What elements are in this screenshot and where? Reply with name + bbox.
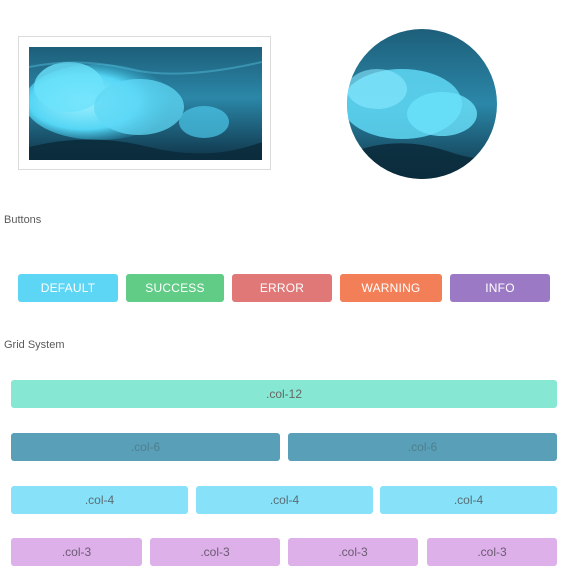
grid-col-3: .col-3: [11, 538, 142, 566]
grid-col-12: .col-12: [11, 380, 557, 408]
grid-col-6: .col-6: [11, 433, 280, 461]
wave-image-circle: [347, 29, 497, 179]
grid-col-3: .col-3: [288, 538, 418, 566]
info-button[interactable]: INFO: [450, 274, 550, 302]
grid-system-heading: Grid System: [4, 339, 65, 351]
grid-col-3: .col-3: [427, 538, 557, 566]
grid-col-4: .col-4: [196, 486, 373, 514]
error-button[interactable]: ERROR: [232, 274, 332, 302]
grid-col-6: .col-6: [288, 433, 557, 461]
default-button[interactable]: DEFAULT: [18, 274, 118, 302]
warning-button[interactable]: WARNING: [340, 274, 442, 302]
success-button[interactable]: SUCCESS: [126, 274, 224, 302]
buttons-heading: Buttons: [4, 214, 42, 226]
grid-col-4: .col-4: [11, 486, 188, 514]
grid-col-4: .col-4: [380, 486, 557, 514]
wave-image: [29, 47, 262, 160]
wave-image-frame: [18, 36, 271, 170]
grid-col-3: .col-3: [150, 538, 280, 566]
